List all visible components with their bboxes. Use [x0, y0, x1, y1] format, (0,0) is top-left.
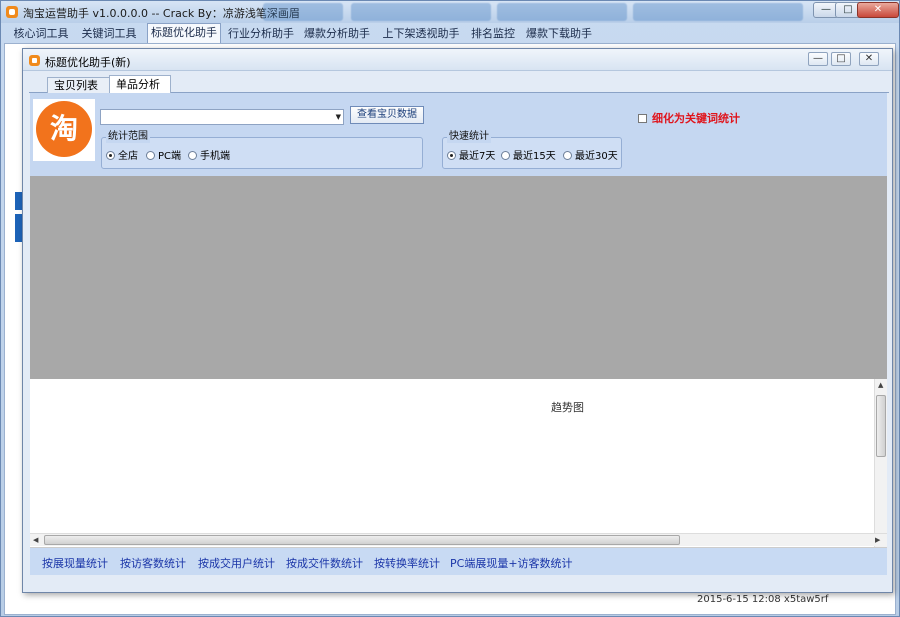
- dialog-title: 标题优化助手(新): [45, 56, 131, 69]
- item-detail-placeholder: [30, 176, 887, 379]
- tab-industry-analysis[interactable]: 行业分析助手: [227, 25, 295, 42]
- horizontal-scrollbar[interactable]: ◀ ▶: [30, 533, 887, 546]
- link-by-visitors[interactable]: 按访客数统计: [120, 555, 186, 571]
- app-logo-icon: [6, 6, 18, 18]
- refine-keyword-checkbox[interactable]: 细化为关键词统计: [638, 110, 740, 126]
- quick-stat-legend: 快速统计: [447, 131, 491, 143]
- quick-stat-group: 快速统计 最近7天 最近15天 最近30天: [442, 131, 622, 169]
- tab-ranking-monitor[interactable]: 排名监控: [469, 25, 517, 42]
- trend-chart-area: 趋势图 ▲ ▼: [30, 379, 887, 548]
- scroll-left-icon[interactable]: ◀: [33, 536, 38, 544]
- radio-dot-icon: [563, 151, 572, 160]
- background-taskbar-blur: [263, 3, 343, 21]
- radio-label: 最近15天: [513, 151, 556, 162]
- dialog-app-icon: [29, 55, 40, 66]
- link-by-items-sold[interactable]: 按成交件数统计: [286, 555, 363, 571]
- tab-hot-item-download[interactable]: 爆款下载助手: [525, 25, 593, 42]
- radio-dot-icon: [146, 151, 155, 160]
- background-taskbar-blur: [351, 3, 491, 21]
- tab-hot-item-analysis[interactable]: 爆款分析助手: [303, 25, 371, 42]
- tab-title-optimizer[interactable]: 标题优化助手: [147, 23, 221, 43]
- tab-core-words[interactable]: 核心词工具: [11, 25, 71, 42]
- dialog-close-button[interactable]: ✕: [859, 52, 879, 66]
- title-optimizer-dialog: 标题优化助手(新) — □ ✕ 宝贝列表 单品分析 淘 ▼ 查看宝贝数据 统计范…: [22, 48, 893, 593]
- tab-listing-perspective[interactable]: 上下架透视助手: [381, 25, 461, 42]
- radio-dot-icon: [447, 151, 456, 160]
- radio-last-30-days[interactable]: 最近30天: [563, 151, 618, 163]
- radio-dot-icon: [106, 151, 115, 160]
- filter-panel: 淘 ▼ 查看宝贝数据 统计范围 全店 PC端 手机端 快速统计 最近7天 最近1…: [30, 93, 887, 176]
- taobao-logo-icon: 淘: [36, 101, 92, 157]
- refine-keyword-label: 细化为关键词统计: [652, 112, 740, 125]
- view-item-data-button[interactable]: 查看宝贝数据: [350, 106, 424, 124]
- dialog-titlebar[interactable]: 标题优化助手(新) — □ ✕: [23, 49, 892, 71]
- horizontal-scroll-thumb[interactable]: [44, 535, 680, 545]
- radio-last-7-days[interactable]: 最近7天: [447, 151, 495, 163]
- chevron-down-icon[interactable]: ▼: [336, 113, 341, 121]
- background-taskbar-blur: [633, 3, 803, 21]
- tab-keyword-tool[interactable]: 关键词工具: [79, 25, 139, 42]
- dialog-tab-strip: 宝贝列表 单品分析: [29, 75, 889, 94]
- dialog-maximize-button[interactable]: □: [831, 52, 851, 66]
- link-by-buyers[interactable]: 按成交用户统计: [198, 555, 275, 571]
- main-window-title: 淘宝运营助手 v1.0.0.0.0 -- Crack By：凉游浅笔深画眉: [23, 7, 300, 20]
- tab-single-item-analysis[interactable]: 单品分析: [109, 75, 171, 94]
- radio-label: 全店: [118, 151, 138, 162]
- dialog-minimize-button[interactable]: —: [808, 52, 828, 66]
- link-by-impressions[interactable]: 按展现量统计: [42, 555, 108, 571]
- radio-label: 最近30天: [575, 151, 618, 162]
- tab-item-list[interactable]: 宝贝列表: [47, 77, 111, 93]
- radio-mobile[interactable]: 手机端: [188, 151, 230, 163]
- scroll-up-icon[interactable]: ▲: [878, 381, 883, 389]
- radio-label: 最近7天: [459, 151, 496, 162]
- item-select-dropdown[interactable]: ▼: [100, 109, 344, 125]
- vertical-scroll-thumb[interactable]: [876, 395, 886, 457]
- stat-link-bar: 按展现量统计 按访客数统计 按成交用户统计 按成交件数统计 按转换率统计 PC端…: [30, 548, 887, 575]
- radio-label: PC端: [158, 151, 182, 162]
- stat-range-legend: 统计范围: [106, 131, 150, 143]
- main-status-date: 2015-6-15 12:08 x5taw5rf: [697, 594, 829, 605]
- radio-label: 手机端: [200, 151, 230, 162]
- radio-whole-shop[interactable]: 全店: [106, 151, 138, 163]
- radio-dot-icon: [188, 151, 197, 160]
- background-taskbar-blur: [497, 3, 627, 21]
- close-button[interactable]: ✕: [857, 2, 899, 18]
- stat-range-group: 统计范围 全店 PC端 手机端: [101, 131, 423, 169]
- taobao-logo-frame: 淘: [33, 99, 95, 161]
- link-by-conversion-rate[interactable]: 按转换率统计: [374, 555, 440, 571]
- link-pc-impressions-visitors[interactable]: PC端展现量+访客数统计: [450, 555, 573, 571]
- trend-chart-title: 趋势图: [551, 401, 584, 414]
- radio-dot-icon: [501, 151, 510, 160]
- main-titlebar[interactable]: 淘宝运营助手 v1.0.0.0.0 -- Crack By：凉游浅笔深画眉 — …: [1, 1, 899, 23]
- scroll-right-icon[interactable]: ▶: [875, 536, 880, 544]
- main-tab-strip: 核心词工具 关键词工具 标题优化助手 行业分析助手 爆款分析助手 上下架透视助手…: [5, 23, 895, 43]
- vertical-scrollbar[interactable]: ▲ ▼: [874, 379, 887, 547]
- checkbox-icon[interactable]: [638, 114, 647, 123]
- radio-last-15-days[interactable]: 最近15天: [501, 151, 556, 163]
- radio-pc[interactable]: PC端: [146, 151, 181, 163]
